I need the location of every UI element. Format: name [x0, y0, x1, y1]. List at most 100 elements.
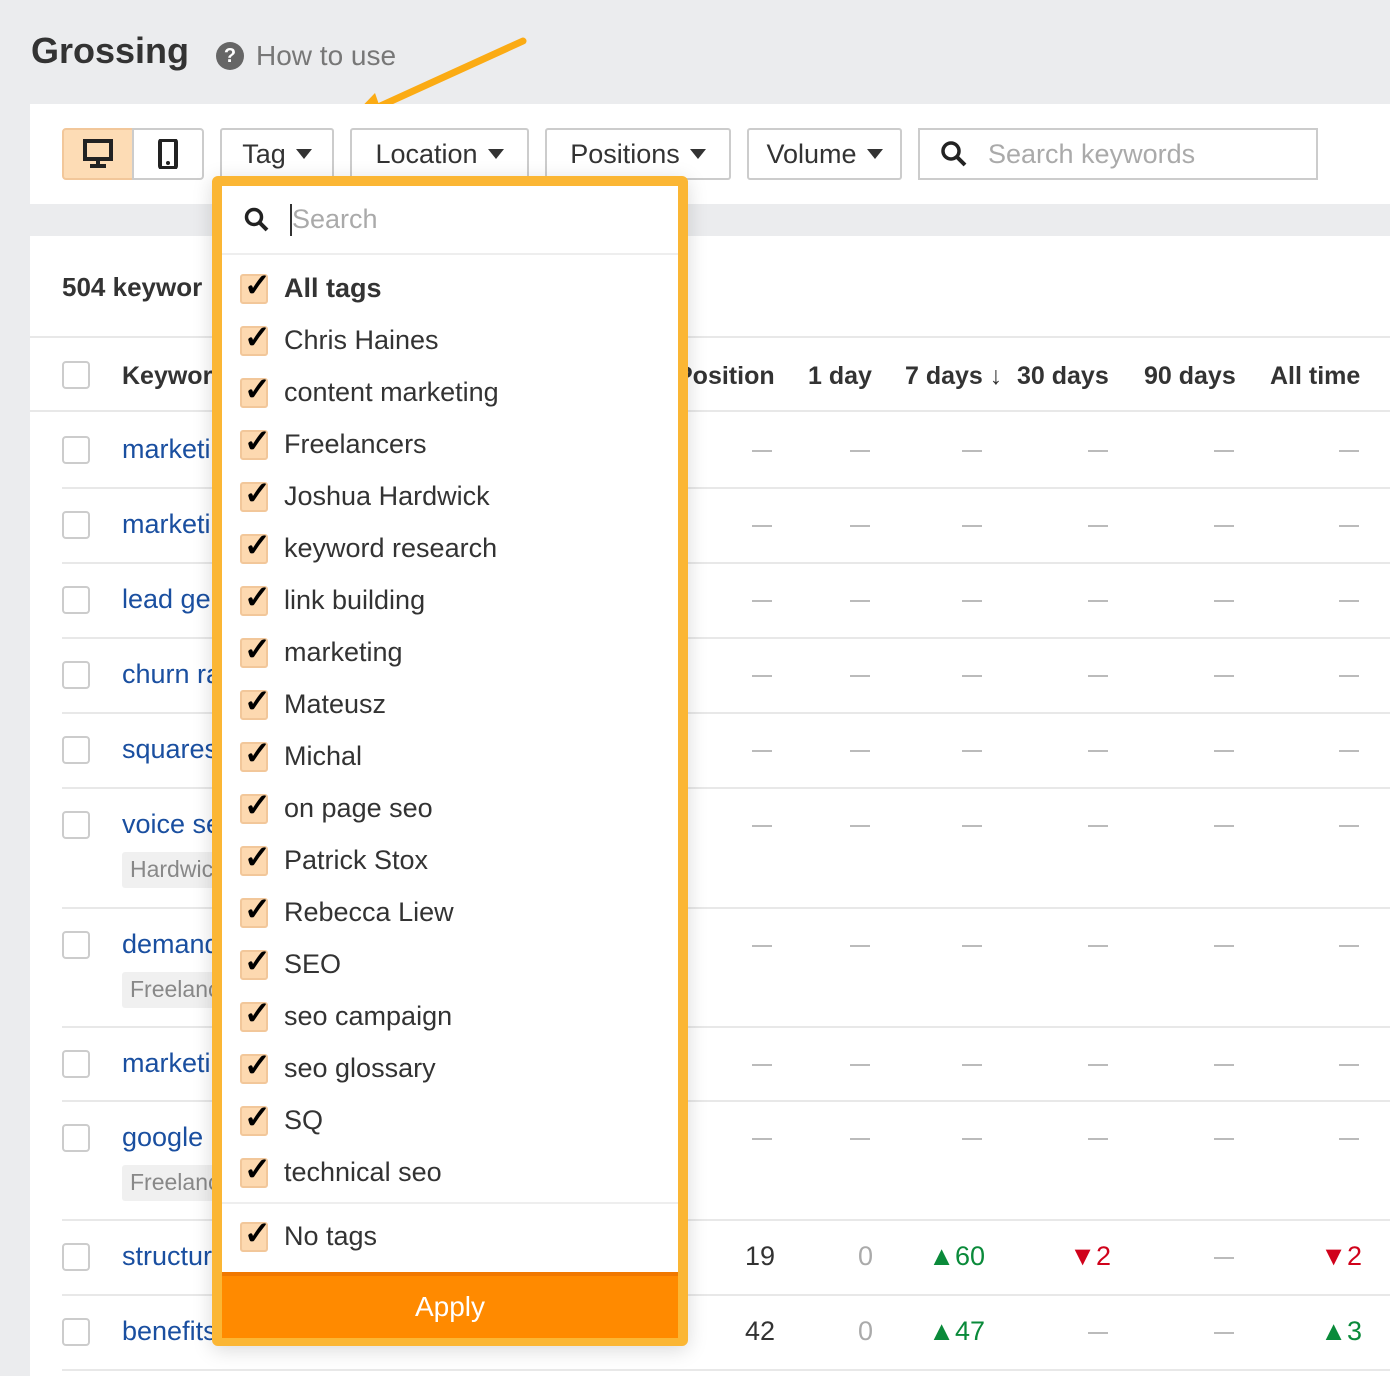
tag-option[interactable]: ✓ SEO [240, 943, 341, 980]
location-filter-button[interactable]: Location [350, 128, 529, 180]
checkbox-checked[interactable]: ✓ [240, 319, 271, 356]
column-1-day[interactable]: 1 day [808, 362, 872, 391]
volume-filter-button[interactable]: Volume [747, 128, 902, 180]
check-icon: ✓ [244, 1098, 271, 1135]
row-checkbox[interactable] [62, 511, 90, 539]
tag-option[interactable]: ✓ link building [240, 579, 425, 616]
checkbox-checked[interactable]: ✓ [240, 787, 271, 824]
tag-option[interactable]: ✓ technical seo [240, 1151, 442, 1188]
checkbox-checked[interactable]: ✓ [240, 683, 271, 720]
tag-option[interactable]: ✓ content marketing [240, 371, 499, 408]
tag-option[interactable]: ✓ marketing [240, 631, 403, 668]
tag-option[interactable]: ✓ Freelancers [240, 423, 427, 460]
mobile-toggle[interactable] [132, 128, 204, 180]
column-all-time[interactable]: All time [1270, 362, 1360, 391]
keyword-link[interactable]: benefits [122, 1316, 217, 1347]
checkbox-checked[interactable]: ✓ [240, 839, 271, 876]
checkbox-checked[interactable]: ✓ [240, 891, 271, 928]
empty-value-dash [1214, 600, 1234, 602]
column-position[interactable]: Position [676, 362, 775, 391]
keyword-link[interactable]: marketi [122, 1048, 211, 1079]
tag-option[interactable]: ✓ on page seo [240, 787, 433, 824]
location-filter-label: Location [375, 138, 478, 169]
empty-value-dash [752, 675, 772, 677]
keyword-link[interactable]: lead ge [122, 584, 211, 615]
column-7-days[interactable]: 7 days ↓ [905, 362, 1002, 391]
column-30-days[interactable]: 30 days [1017, 362, 1109, 391]
checkbox-checked[interactable]: ✓ [240, 735, 271, 772]
checkbox-checked[interactable]: ✓ [240, 371, 271, 408]
row-checkbox[interactable] [62, 661, 90, 689]
search-keywords-input[interactable]: Search keywords [918, 128, 1318, 180]
keyword-link[interactable]: churn ra [122, 659, 221, 690]
row-checkbox[interactable] [62, 1243, 90, 1271]
tag-filter-label: Tag [242, 138, 286, 169]
keyword-link[interactable]: marketi [122, 509, 211, 540]
tag-option[interactable]: ✓ Joshua Hardwick [240, 475, 490, 512]
empty-value-dash [752, 1138, 772, 1140]
desktop-icon [83, 139, 113, 168]
row-checkbox[interactable] [62, 736, 90, 764]
empty-value-dash [962, 1138, 982, 1140]
keyword-link[interactable]: google p [122, 1122, 226, 1153]
tag-option[interactable]: ✓ Michal [240, 735, 362, 772]
tag-option[interactable]: ✓ seo glossary [240, 1047, 436, 1084]
apply-button[interactable]: Apply [222, 1272, 678, 1338]
tag-filter-button[interactable]: Tag [220, 128, 334, 180]
checkbox-checked[interactable]: ✓ [240, 1151, 271, 1188]
checkbox-checked[interactable]: ✓ [240, 1215, 271, 1252]
check-icon: ✓ [244, 422, 271, 459]
desktop-toggle[interactable] [62, 128, 134, 180]
tag-option-all[interactable]: ✓ All tags [240, 267, 382, 304]
checkbox-checked[interactable]: ✓ [240, 943, 271, 980]
row-checkbox[interactable] [62, 811, 90, 839]
checkbox-checked[interactable]: ✓ [240, 475, 271, 512]
empty-value-dash [1214, 750, 1234, 752]
tag-option[interactable]: ✓ keyword research [240, 527, 497, 564]
tag-option[interactable]: ✓ Rebecca Liew [240, 891, 454, 928]
tag-option-no-tags[interactable]: ✓ No tags [240, 1215, 377, 1252]
keyword-link[interactable]: voice se [122, 809, 221, 840]
column-keyword[interactable]: Keywor [122, 362, 212, 391]
tag-option[interactable]: ✓ Chris Haines [240, 319, 439, 356]
row-checkbox[interactable] [62, 1124, 90, 1152]
checkbox-checked[interactable]: ✓ [240, 995, 271, 1032]
keyword-link[interactable]: structur [122, 1241, 212, 1272]
empty-value-dash [1339, 1138, 1359, 1140]
empty-value-dash [1339, 450, 1359, 452]
checkbox-checked[interactable]: ✓ [240, 267, 271, 304]
empty-value-dash [1088, 450, 1108, 452]
keyword-link[interactable]: squares [122, 734, 218, 765]
checkbox-checked[interactable]: ✓ [240, 1047, 271, 1084]
checkbox-checked[interactable]: ✓ [240, 631, 271, 668]
empty-value-dash [1088, 675, 1108, 677]
keyword-link[interactable]: marketi [122, 434, 211, 465]
tag-option[interactable]: ✓ SQ [240, 1099, 323, 1136]
checkbox-checked[interactable]: ✓ [240, 527, 271, 564]
tag-option-label: Chris Haines [284, 325, 439, 355]
row-checkbox[interactable] [62, 586, 90, 614]
check-icon: ✓ [244, 266, 271, 303]
checkbox-checked[interactable]: ✓ [240, 1099, 271, 1136]
positions-filter-button[interactable]: Positions [545, 128, 731, 180]
row-checkbox[interactable] [62, 1050, 90, 1078]
row-checkbox[interactable] [62, 931, 90, 959]
column-90-days[interactable]: 90 days [1144, 362, 1236, 391]
keyword-link[interactable]: demand [122, 929, 220, 960]
checkbox-checked[interactable]: ✓ [240, 423, 271, 460]
cell-d30: ▼2 [1069, 1241, 1111, 1271]
tag-option[interactable]: ✓ Mateusz [240, 683, 386, 720]
empty-value-dash [1088, 1064, 1108, 1066]
checkbox-checked[interactable]: ✓ [240, 579, 271, 616]
row-checkbox[interactable] [62, 436, 90, 464]
empty-value-dash [1088, 825, 1108, 827]
empty-value-dash [1088, 600, 1108, 602]
check-icon: ✓ [244, 1046, 271, 1083]
select-all-checkbox[interactable] [62, 361, 90, 389]
row-checkbox[interactable] [62, 1318, 90, 1346]
empty-value-dash [752, 450, 772, 452]
tag-option[interactable]: ✓ Patrick Stox [240, 839, 428, 876]
tag-search-input[interactable]: Search [222, 186, 678, 255]
tag-option[interactable]: ✓ seo campaign [240, 995, 452, 1032]
tag-option-label: marketing [284, 637, 403, 667]
